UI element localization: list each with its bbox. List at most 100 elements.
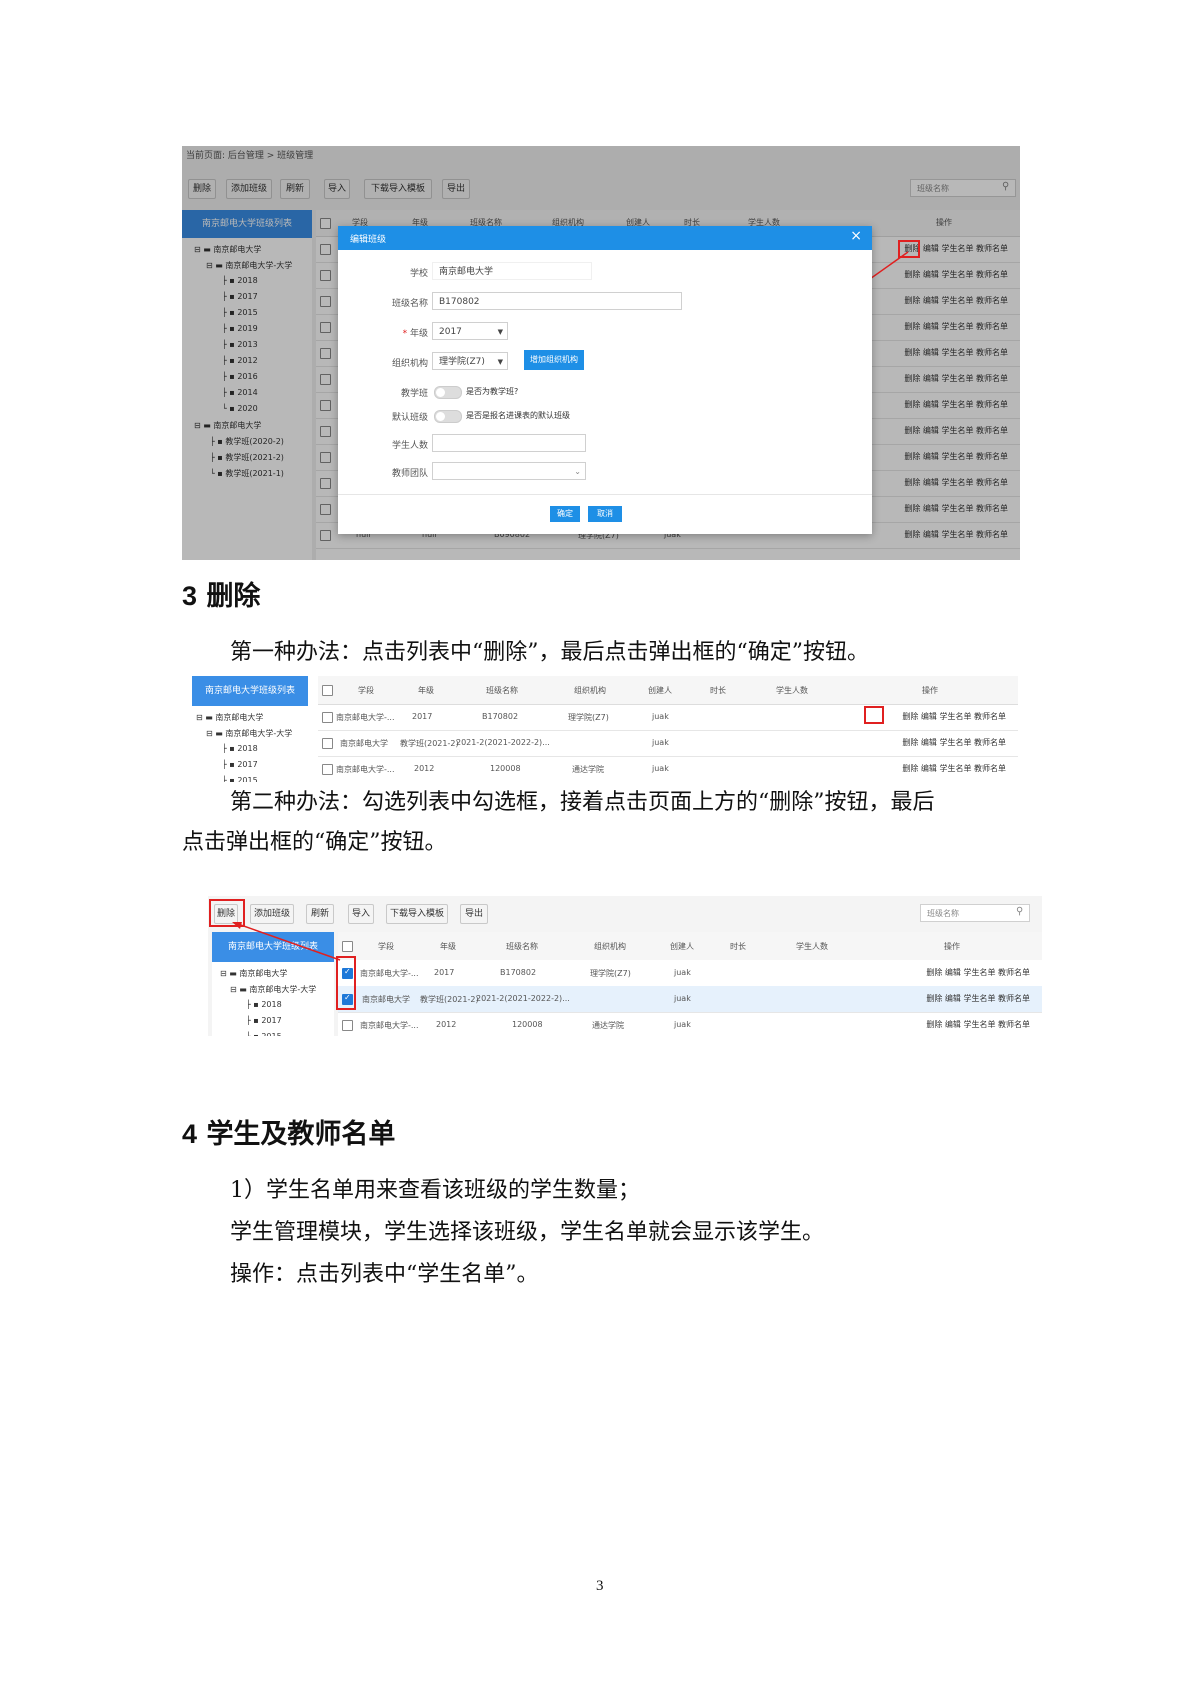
table-row: 南京邮电大学-... 2012 120008 通达学院 juak 删除 编辑 学… [318,756,1018,782]
col-duration: 时长 [710,686,726,695]
col-student-count: 学生人数 [796,942,828,951]
default-class-label: 默认班级 [391,413,428,423]
col-grade: 年级 [440,942,456,951]
table-row: 南京邮电大学-... 2012 120008 通达学院 juak 删除 编辑 学… [338,1012,1042,1036]
grade-select[interactable]: 2017 ▼ [432,322,508,340]
row-checkbox[interactable] [322,712,333,723]
search-input[interactable]: 班级名称 [920,904,1030,922]
cell-org: 通达学院 [592,1021,624,1030]
download-template-button[interactable]: 下载导入模板 [386,904,448,924]
teacher-team-label: 教师团队 [391,469,428,479]
org-label: 组织机构 [391,359,428,369]
teaching-class-toggle[interactable] [434,386,462,399]
tree-node-2017[interactable]: ├ ▪ 2017 [222,760,258,769]
dialog-header: 编辑班级 × [338,226,872,250]
row-ops[interactable]: 删除 编辑 学生名单 教师名单 [926,1019,1030,1030]
cell-grade: 2017 [434,968,455,977]
tree-node-2015[interactable]: ├ ▪ 2015 [222,776,258,782]
col-student-count: 学生人数 [776,686,808,695]
cell-stage: 南京邮电大学-... [336,713,395,722]
cell-class-name: B170802 [482,712,519,721]
row-ops[interactable]: 删除 编辑 学生名单 教师名单 [902,711,1006,722]
teacher-team-select[interactable]: ⌄ [432,462,586,480]
cell-class-name: 120008 [490,764,521,773]
cell-class-name: 2021-2(2021-2022-2)... [476,994,570,1003]
cell-class-name: 2021-2(2021-2022-2)... [456,738,550,747]
search-icon[interactable]: ⚲ [1016,906,1023,917]
dialog-footer-divider [338,494,872,495]
student-count-label: 学生人数 [391,441,428,451]
table-header: 学段 年级 班级名称 组织机构 创建人 时长 学生人数 操作 [338,932,1042,961]
edit-class-dialog: 编辑班级 × 学校 南京邮电大学 班级名称 B170802 * 年级 2017 ▼… [338,226,872,534]
section3-para2-line1: 第二种办法：勾选列表中勾选框，接着点击页面上方的“删除”按钮，最后 [230,790,935,815]
cell-grade: 教学班(2021-2) [420,995,479,1004]
import-button[interactable]: 导入 [348,904,374,924]
class-name-field[interactable]: B170802 [432,292,682,310]
screenshot-edit-class: 当前页面: 后台管理 > 班级管理 删除 添加班级 刷新 导入 下载导入模板 导… [182,146,1020,560]
cell-grade: 2017 [412,712,433,721]
chevron-down-icon: ▼ [497,358,503,366]
section4-line1: 1）学生名单用来查看该班级的学生数量； [230,1178,640,1203]
cell-stage: 南京邮电大学 [340,739,388,748]
tree-node-2018[interactable]: ├ ▪ 2018 [246,1000,282,1009]
cell-stage: 南京邮电大学-... [360,969,419,978]
cell-org: 通达学院 [572,765,604,774]
school-field[interactable]: 南京邮电大学 [432,262,592,280]
tree-node-university[interactable]: ⊟ ▬ 南京邮电大学-大学 [206,728,292,739]
table-row: 南京邮电大学-... 2017 B170802 理学院(Z7) juak 删除 … [318,704,1018,731]
col-operations: 操作 [922,686,938,695]
tree-node-2015[interactable]: ├ ▪ 2015 [246,1032,282,1036]
default-class-toggle[interactable] [434,410,462,423]
ok-button[interactable]: 确定 [550,506,580,522]
cell-grade: 2012 [414,764,435,773]
tree-node-2018[interactable]: ├ ▪ 2018 [222,744,258,753]
table-body: 南京邮电大学-... 2017 B170802 理学院(Z7) juak 删除 … [338,960,1042,1036]
row-checkbox[interactable] [322,764,333,775]
student-count-field[interactable] [432,434,586,452]
row-checkbox[interactable] [342,1020,353,1031]
cell-stage: 南京邮电大学 [362,995,410,1004]
table-row: 南京邮电大学 教学班(2021-2) 2021-2(2021-2022-2)..… [318,730,1018,757]
tree-node-2017[interactable]: ├ ▪ 2017 [246,1016,282,1025]
chevron-down-icon: ▼ [497,328,503,336]
cell-stage: 南京邮电大学-... [336,765,395,774]
section4-heading: 4 学生及教师名单 [182,1119,396,1150]
cell-creator: juak [674,968,691,977]
table-body: 南京邮电大学-... 2017 B170802 理学院(Z7) juak 删除 … [318,704,1018,782]
col-duration: 时长 [730,942,746,951]
cell-stage: 南京邮电大学-... [360,1021,419,1030]
col-operations: 操作 [944,942,960,951]
col-stage: 学段 [378,942,394,951]
row-ops[interactable]: 删除 编辑 学生名单 教师名单 [926,993,1030,1004]
section4-line3: 操作：点击列表中“学生名单”。 [230,1262,539,1287]
row-ops[interactable]: 删除 编辑 学生名单 教师名单 [902,763,1006,774]
cell-creator: juak [652,738,669,747]
row-checkbox[interactable] [322,738,333,749]
class-name-label: 班级名称 [391,299,428,309]
close-icon[interactable]: × [850,228,862,244]
add-org-button[interactable]: 增加组织机构 [524,350,584,370]
cancel-button[interactable]: 取消 [588,506,622,522]
col-org: 组织机构 [574,686,606,695]
cell-grade: 教学班(2021-2) [400,739,459,748]
section3-para1: 第一种办法：点击列表中“删除”，最后点击弹出框的“确定”按钮。 [230,640,869,665]
section4-line2: 学生管理模块，学生选择该班级，学生名单就会显示该学生。 [230,1220,825,1245]
cell-creator: juak [652,764,669,773]
tree-node-root[interactable]: ⊟ ▬ 南京邮电大学 [196,712,263,723]
cell-creator: juak [674,994,691,1003]
col-grade: 年级 [418,686,434,695]
teaching-class-label: 教学班 [400,389,428,399]
screenshot-delete-row: 南京邮电大学班级列表 ⊟ ▬ 南京邮电大学 ⊟ ▬ 南京邮电大学-大学 ├ ▪ … [192,676,1018,782]
export-button[interactable]: 导出 [460,904,488,924]
select-all-checkbox[interactable] [322,685,333,696]
cell-class-name: 120008 [512,1020,543,1029]
col-class-name: 班级名称 [486,686,518,695]
section3-para2-line2: 点击弹出框的“确定”按钮。 [182,830,447,855]
row-ops[interactable]: 删除 编辑 学生名单 教师名单 [902,737,1006,748]
row-ops[interactable]: 删除 编辑 学生名单 教师名单 [926,967,1030,978]
col-stage: 学段 [358,686,374,695]
screenshot-batch-delete: 删除 添加班级 刷新 导入 下载导入模板 导出 班级名称 ⚲ 南京邮电大学班级列… [208,896,1042,1036]
cell-class-name: B170802 [500,968,537,977]
tree-node-university[interactable]: ⊟ ▬ 南京邮电大学-大学 [230,984,316,995]
org-select[interactable]: 理学院(Z7) ▼ [432,352,508,370]
